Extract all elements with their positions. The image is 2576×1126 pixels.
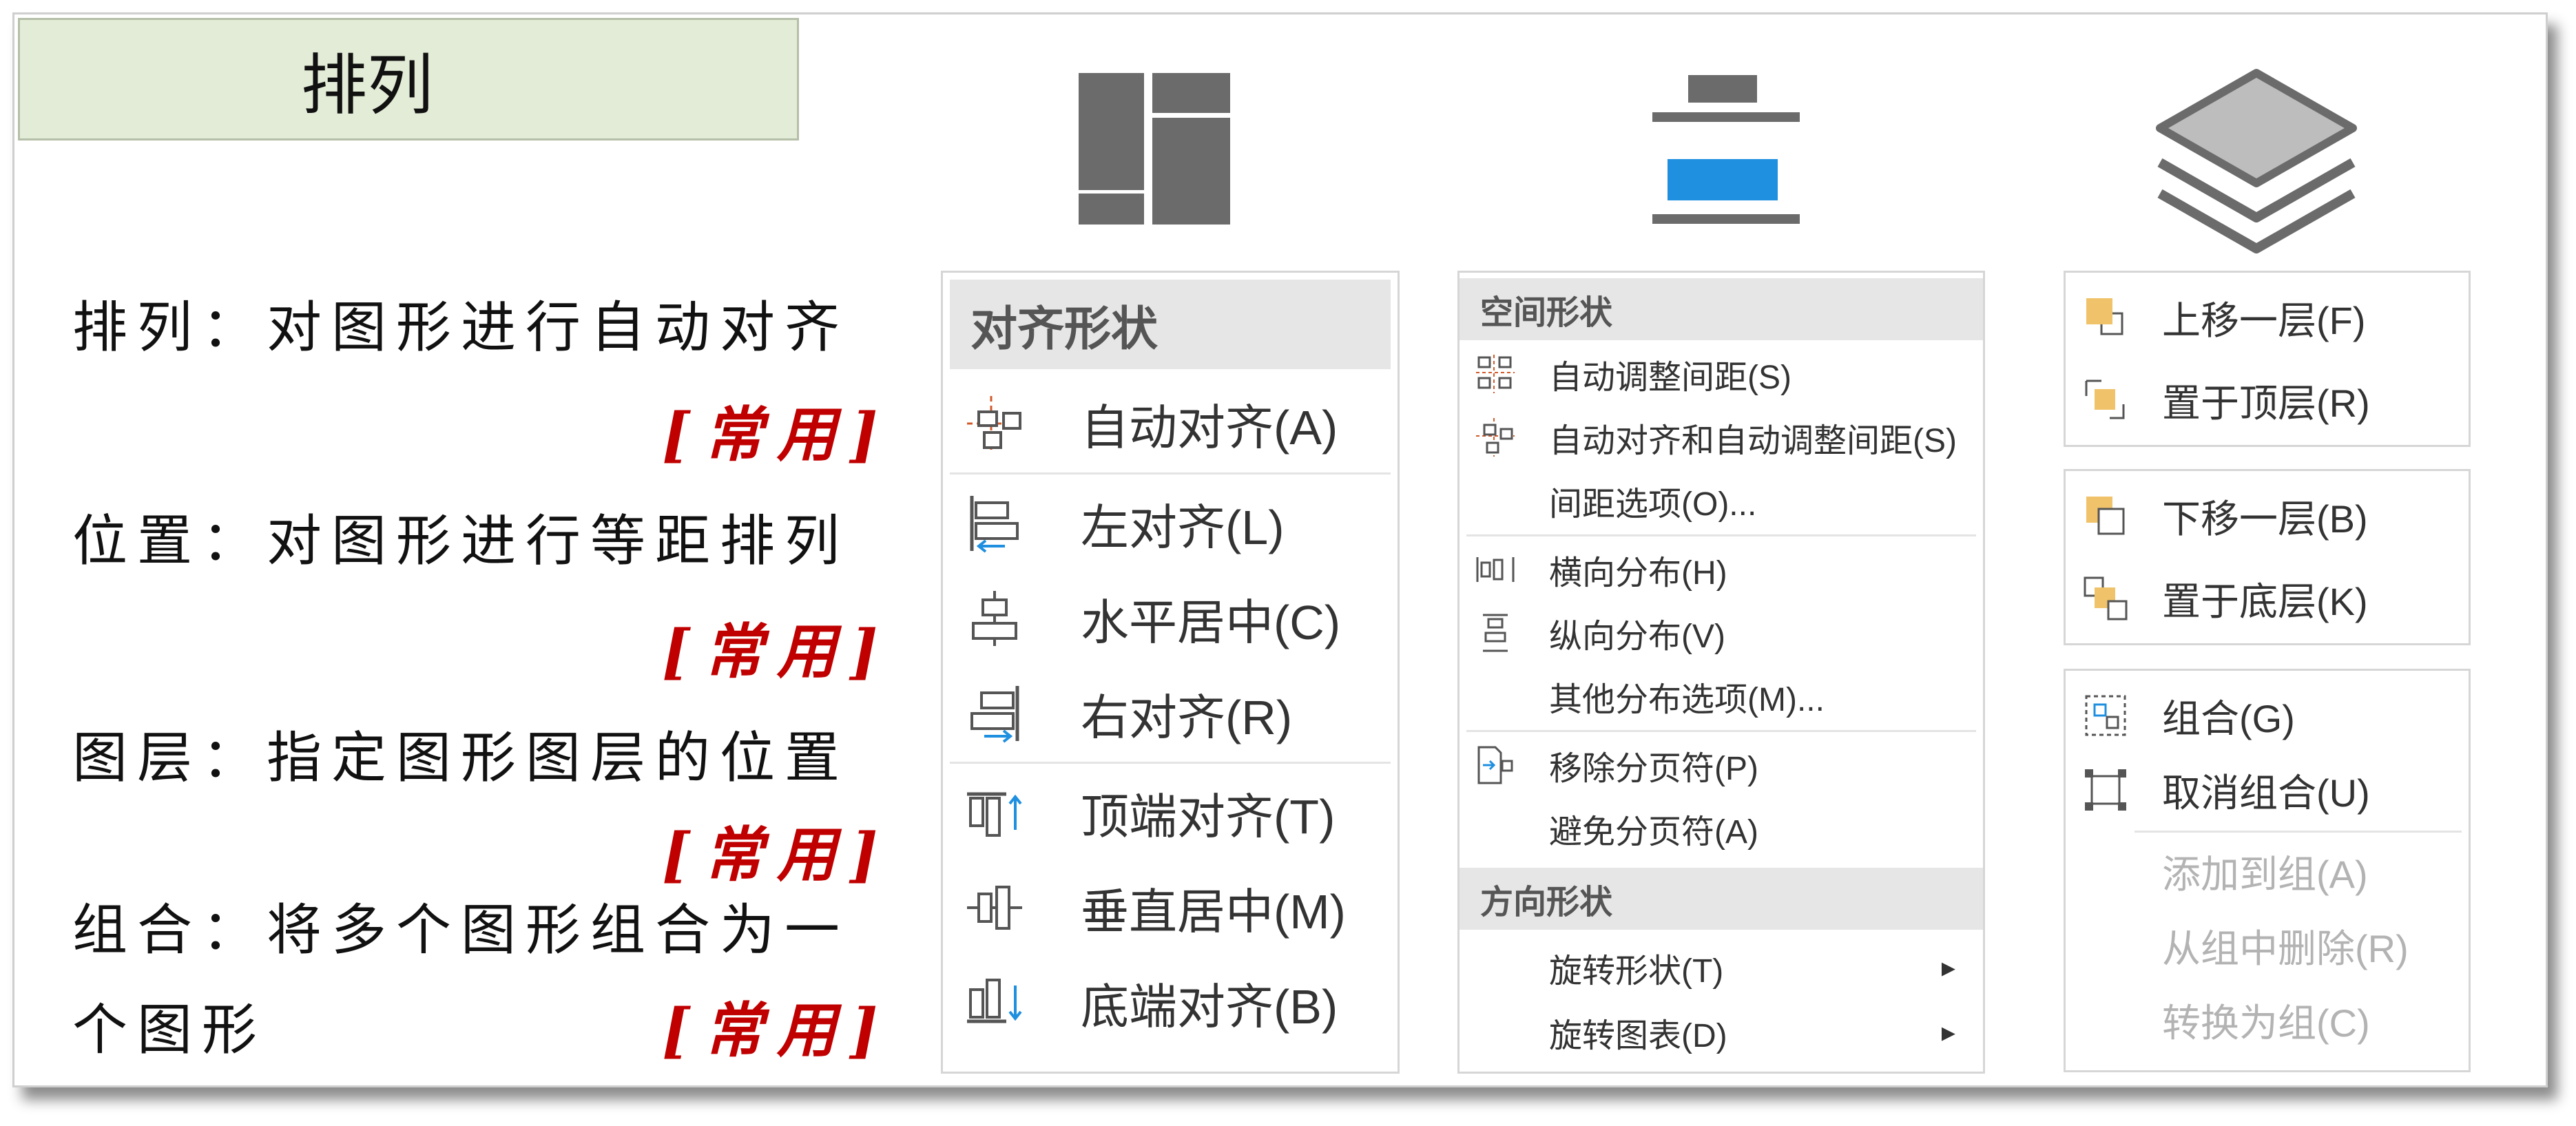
remove-page-break-icon	[1473, 743, 1517, 787]
distribute-vertical-icon	[1473, 611, 1517, 655]
menu-item-distribute-vertical[interactable]: 纵向分布(V)	[1460, 601, 1983, 665]
menu-item-label: 水平居中(C)	[1081, 595, 1341, 649]
submenu-arrow-icon: ▸	[1941, 1016, 1955, 1048]
align-middle-icon	[964, 877, 1026, 939]
layer-forward-menu: 上移一层(F) 置于顶层(R)	[2064, 271, 2471, 447]
menu-separator	[950, 762, 1391, 764]
ungroup-icon	[2081, 765, 2130, 815]
menu-item-label: 组合(G)	[2162, 696, 2295, 740]
menu-item-auto-spacing[interactable]: 自动调整间距(S)	[1460, 342, 1983, 406]
tag-common: [常用]	[662, 820, 892, 890]
menu-item-remove-from-group[interactable]: 从组中删除(R)	[2066, 908, 2469, 983]
menu-item-label: 自动对齐(A)	[1081, 400, 1338, 455]
menu-item-send-to-back[interactable]: 置于底层(K)	[2066, 561, 2469, 636]
position-distribute-icon	[1652, 75, 1800, 224]
align-top-icon	[964, 782, 1026, 844]
menu-item-label: 其他分布选项(M)...	[1549, 682, 1825, 718]
send-to-back-icon	[2081, 574, 2130, 623]
menu-item-label: 取消组合(U)	[2162, 771, 2370, 815]
menu-item-distribute-horizontal[interactable]: 横向分布(H)	[1460, 537, 1983, 602]
bring-to-front-icon	[2081, 375, 2130, 425]
description-layer: 图层：指定图形图层的位置	[72, 726, 849, 790]
menu-item-label: 底端对齐(B)	[1081, 979, 1338, 1034]
menu-item-add-to-group[interactable]: 添加到组(A)	[2066, 833, 2469, 909]
menu-item-label: 置于底层(K)	[2162, 579, 2368, 623]
tag-common: [常用]	[662, 400, 892, 470]
menu-item-label: 右对齐(R)	[1081, 690, 1293, 744]
distribute-horizontal-icon	[1473, 548, 1517, 592]
menu-item-more-distribute[interactable]: 其他分布选项(M)...	[1460, 664, 1983, 729]
menu-item-avoid-page-break[interactable]: 避免分页符(A)	[1460, 796, 1983, 861]
tag-common: [常用]	[662, 617, 892, 687]
menu-item-label: 下移一层(B)	[2162, 497, 2368, 541]
menu-item-label: 添加到组(A)	[2162, 852, 2368, 896]
menu-item-rotate-diagram[interactable]: 旋转图表(D) ▸	[1460, 1000, 1983, 1065]
layer-backward-menu: 下移一层(B) 置于底层(K)	[2064, 469, 2471, 645]
menu-item-label: 移除分页符(P)	[1549, 751, 1758, 787]
menu-item-ungroup[interactable]: 取消组合(U)	[2066, 752, 2469, 828]
bring-forward-icon	[2081, 293, 2130, 342]
menu-separator	[950, 472, 1391, 475]
menu-item-label: 旋转图表(D)	[1549, 1018, 1727, 1054]
menu-item-label: 左对齐(L)	[1081, 500, 1285, 554]
menu-item-align-top[interactable]: 顶端对齐(T)	[943, 765, 1398, 860]
menu-item-align-bottom[interactable]: 底端对齐(B)	[943, 955, 1398, 1050]
menu-item-align-middle[interactable]: 垂直居中(M)	[943, 860, 1398, 955]
send-backward-icon	[2081, 491, 2130, 541]
space-shapes-menu: 空间形状 自动调整间距(S) 自动对齐和自动调整间距(S) 间距选项(O)...…	[1457, 271, 1985, 1074]
group-menu: 组合(G) 取消组合(U) 添加到组(A) 从组中删除(R) 转换为组(C)	[2064, 669, 2471, 1072]
page-title: 排列	[301, 46, 433, 124]
description-group-line1: 组合：将多个图形组合为一	[72, 898, 849, 962]
menu-item-send-backward[interactable]: 下移一层(B)	[2066, 478, 2469, 554]
align-right-icon	[964, 682, 1026, 744]
menu-item-label: 避免分页符(A)	[1549, 814, 1758, 851]
align-shapes-menu: 对齐形状 自动对齐(A) 左对齐(L) 水平居中(C) 右对齐(R) 顶端对齐(…	[941, 271, 1400, 1074]
menu-item-label: 从组中删除(R)	[2162, 926, 2409, 970]
menu-item-spacing-options[interactable]: 间距选项(O)...	[1460, 468, 1983, 533]
align-center-icon	[964, 587, 1026, 649]
menu-separator	[1466, 730, 1976, 732]
menu-item-label: 自动对齐和自动调整间距(S)	[1549, 423, 1957, 459]
description-position: 位置：对图形进行等距排列	[72, 509, 849, 573]
slide: 排列 排列：对图形进行自动对齐 [常用] 位置：对图形进行等距排列 [常用] 图…	[12, 12, 2548, 1087]
align-left-icon	[964, 492, 1026, 554]
align-bottom-icon	[964, 972, 1026, 1034]
submenu-arrow-icon: ▸	[1941, 952, 1955, 983]
layers-stack-icon	[2156, 69, 2357, 253]
menu-item-label: 旋转形状(T)	[1549, 953, 1724, 990]
menu-item-label: 自动调整间距(S)	[1549, 359, 1791, 396]
menu-item-auto-align-space[interactable]: 自动对齐和自动调整间距(S)	[1460, 405, 1983, 470]
menu-item-convert-to-group[interactable]: 转换为组(C)	[2066, 982, 2469, 1058]
tag-common: [常用]	[662, 996, 892, 1065]
direction-menu-header: 方向形状	[1460, 868, 1983, 930]
description-arrange: 排列：对图形进行自动对齐	[72, 295, 849, 359]
menu-item-label: 横向分布(H)	[1549, 555, 1727, 592]
menu-item-bring-to-front[interactable]: 置于顶层(R)	[2066, 362, 2469, 438]
menu-item-align-left[interactable]: 左对齐(L)	[943, 476, 1398, 571]
menu-item-label: 上移一层(F)	[2162, 298, 2366, 342]
menu-item-group[interactable]: 组合(G)	[2066, 678, 2469, 753]
auto-align-space-icon	[1473, 415, 1517, 459]
space-menu-header: 空间形状	[1460, 278, 1983, 340]
arrange-grid-icon	[1079, 73, 1230, 225]
menu-separator	[2134, 831, 2462, 833]
menu-item-align-right[interactable]: 右对齐(R)	[943, 666, 1398, 761]
menu-item-label: 置于顶层(R)	[2162, 381, 2370, 425]
align-menu-header: 对齐形状	[950, 280, 1391, 369]
menu-item-align-center[interactable]: 水平居中(C)	[943, 571, 1398, 666]
menu-item-auto-align[interactable]: 自动对齐(A)	[943, 376, 1398, 471]
auto-align-icon	[964, 393, 1026, 455]
menu-item-label: 顶端对齐(T)	[1081, 789, 1336, 844]
menu-separator	[1466, 534, 1976, 536]
group-icon	[2081, 691, 2130, 740]
menu-item-label: 转换为组(C)	[2162, 1001, 2370, 1045]
title-box: 排列	[18, 18, 799, 140]
menu-item-label: 间距选项(O)...	[1549, 486, 1757, 523]
menu-item-label: 纵向分布(V)	[1549, 618, 1725, 655]
menu-item-remove-page-break[interactable]: 移除分页符(P)	[1460, 733, 1983, 797]
auto-spacing-icon	[1473, 352, 1517, 396]
menu-item-label: 垂直居中(M)	[1081, 884, 1346, 939]
menu-item-bring-forward[interactable]: 上移一层(F)	[2066, 280, 2469, 355]
menu-item-rotate-shapes[interactable]: 旋转形状(T) ▸	[1460, 935, 1983, 1000]
